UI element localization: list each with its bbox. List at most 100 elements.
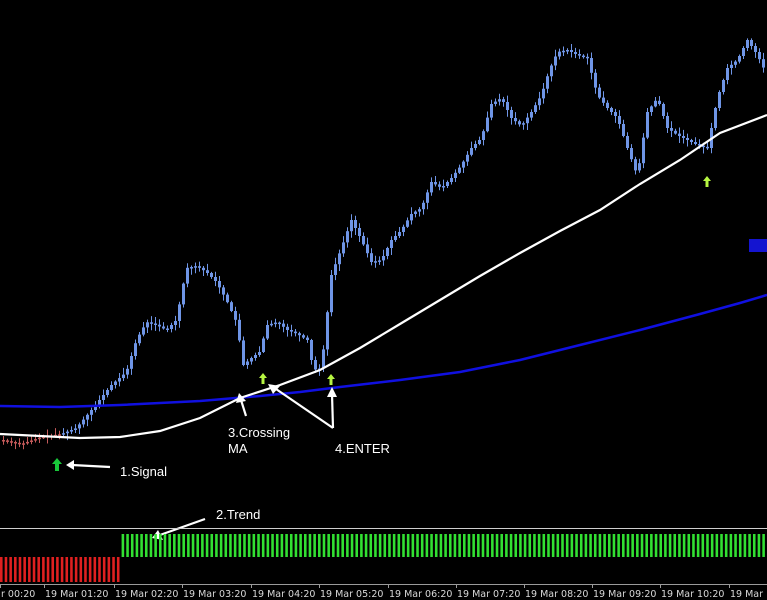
candle-body	[2, 440, 5, 442]
candle-body	[134, 343, 137, 356]
candle-body	[478, 140, 481, 144]
candle-body	[334, 264, 337, 275]
histogram-bar-bullish	[247, 534, 251, 557]
candle-body	[142, 327, 145, 335]
histogram-bar-bullish	[327, 534, 330, 557]
histogram-bar-bearish	[98, 557, 101, 582]
candle-body	[510, 110, 513, 118]
candle-body	[246, 361, 249, 365]
candle-body	[78, 424, 81, 429]
candle-body	[602, 97, 605, 103]
candle-body	[502, 99, 505, 102]
histogram-bar-bullish	[420, 534, 424, 557]
candle-body	[614, 112, 617, 116]
candle-body	[662, 104, 665, 116]
candle-body	[14, 442, 17, 444]
candle-body	[398, 232, 401, 236]
candle-body	[138, 334, 141, 344]
histogram-bar-bullish	[645, 534, 648, 557]
histogram-bar-bearish	[65, 557, 69, 582]
time-axis-tick-label: 19 Mar 03:20	[183, 589, 246, 600]
candle-body	[714, 108, 717, 128]
candle-body	[506, 102, 509, 110]
candle-body	[594, 72, 597, 88]
histogram-bar-bullish	[701, 534, 705, 557]
candle-body	[530, 112, 533, 118]
histogram-bar-bullish	[505, 534, 508, 557]
histogram-bar-bullish	[224, 534, 228, 557]
candle-body	[542, 88, 545, 99]
candle-body	[290, 330, 293, 332]
candle-body	[190, 267, 193, 269]
candle-body	[182, 283, 185, 305]
histogram-bar-bearish	[107, 557, 111, 582]
histogram-bar-bullish	[458, 534, 461, 557]
candle-body	[690, 140, 693, 142]
histogram-bar-bullish	[715, 534, 719, 557]
candle-body	[622, 124, 625, 136]
candle-body	[6, 440, 9, 442]
histogram-bar-bullish	[346, 534, 349, 557]
histogram-bar-bullish	[575, 534, 578, 557]
histogram-bar-bullish	[626, 534, 630, 557]
candle-body	[730, 64, 733, 68]
histogram-bar-bullish	[617, 534, 620, 557]
histogram-bar-bullish	[696, 534, 700, 557]
histogram-bar-bullish	[257, 534, 260, 557]
histogram-bar-bullish	[425, 534, 429, 557]
histogram-bar-bullish	[350, 534, 354, 557]
histogram-bar-bullish	[757, 534, 761, 557]
histogram-bar-bullish	[374, 534, 377, 557]
histogram-bar-bullish	[294, 534, 298, 557]
candle-body	[26, 441, 29, 444]
candle-body	[418, 209, 421, 212]
candle-body	[202, 267, 205, 271]
candle-body	[430, 182, 433, 193]
histogram-bar-bullish	[710, 534, 714, 557]
histogram-bar-bullish	[673, 534, 677, 557]
candle-body	[522, 123, 525, 125]
enter-pointer-arrow-right	[330, 393, 335, 429]
time-axis-tick-label: 19 Mar 01:20	[45, 589, 108, 600]
histogram-bar-bullish	[631, 534, 634, 557]
candle-body	[274, 322, 277, 325]
candle-body	[674, 130, 677, 134]
histogram-bar-bearish	[23, 557, 26, 582]
histogram-bar-bullish	[565, 534, 569, 557]
candle-body	[634, 159, 637, 171]
candle-body	[206, 270, 209, 273]
candle-body	[146, 322, 149, 328]
candle-body	[82, 419, 85, 425]
candle-body	[554, 56, 557, 66]
candle-body	[178, 304, 181, 321]
time-axis-tick-label: 19 Mar 11	[730, 589, 767, 600]
candle-body	[718, 92, 721, 108]
candle-body	[574, 52, 577, 54]
candle-body	[170, 325, 173, 329]
candle-body	[534, 105, 537, 112]
histogram-bar-bullish	[668, 534, 672, 557]
histogram-bar-bearish	[46, 557, 50, 582]
histogram-bar-bullish	[229, 534, 232, 557]
histogram-bar-bullish	[561, 534, 564, 557]
time-axis-tick-label: 19 Mar 06:20	[389, 589, 452, 600]
histogram-bar-bullish	[332, 534, 335, 557]
histogram-bar-bullish	[289, 534, 293, 557]
histogram-bar-bullish	[201, 534, 204, 557]
histogram-bar-bearish	[79, 557, 83, 582]
candle-body	[354, 220, 357, 228]
histogram-bar-bullish	[210, 534, 214, 557]
histogram-bar-bullish	[233, 534, 237, 557]
candle-body	[414, 211, 417, 214]
candle-body	[390, 240, 393, 248]
histogram-bar-bullish	[678, 534, 681, 557]
histogram-bar-bearish	[28, 557, 31, 582]
candle-body	[410, 214, 413, 221]
histogram-bar-bearish	[32, 557, 36, 582]
candle-body	[606, 102, 609, 108]
histogram-bar-bullish	[285, 534, 288, 557]
candle-body	[194, 266, 197, 268]
histogram-bar-bullish	[448, 534, 452, 557]
candle-body	[550, 65, 553, 77]
candle-body	[422, 202, 425, 210]
